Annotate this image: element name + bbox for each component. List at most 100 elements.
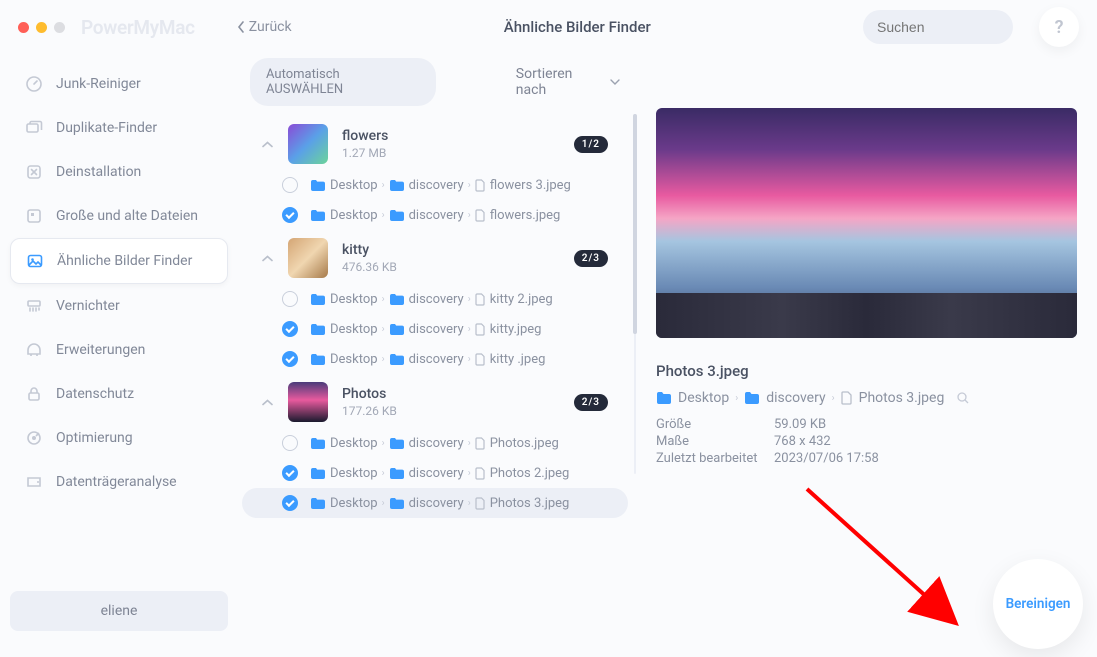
folder-icon	[310, 437, 326, 450]
sort-button[interactable]: Sortieren nach	[516, 66, 620, 98]
meta-row: Zuletzt bearbeitet 2023/07/06 17:58	[656, 450, 1077, 467]
path-segment: Desktop	[330, 208, 378, 223]
app-name: PowerMyMac	[81, 16, 195, 39]
sidebar-item-deinstallation[interactable]: Deinstallation	[10, 150, 228, 194]
path-segment: discovery	[409, 178, 464, 193]
file-row[interactable]: Desktop› discovery› flowers 3.jpeg	[242, 170, 628, 200]
images-icon	[25, 251, 45, 271]
group-header[interactable]: Photos 177.26 KB 2/3	[242, 376, 628, 428]
chevron-right-icon: ›	[382, 498, 385, 509]
folder-icon	[310, 467, 326, 480]
chevron-right-icon: ›	[382, 468, 385, 479]
chevron-right-icon: ›	[468, 180, 471, 191]
chevron-up-icon[interactable]	[262, 255, 274, 262]
path-segment: Desktop	[678, 390, 729, 406]
path-segment: discovery	[766, 390, 825, 406]
folder-icon	[744, 391, 760, 405]
meta-value: 59.09 KB	[774, 417, 826, 432]
group-count-badge: 2/3	[574, 250, 608, 267]
clean-button[interactable]: Bereinigen	[993, 559, 1083, 649]
auto-select-button[interactable]: Automatisch AUSWÄHLEN	[250, 58, 436, 106]
folder-icon	[389, 179, 405, 192]
checkbox[interactable]	[282, 495, 298, 511]
sidebar-item-grosse-dateien[interactable]: Große und alte Dateien	[10, 194, 228, 238]
file-row[interactable]: Desktop› discovery› Photos.jpeg	[242, 428, 628, 458]
sidebar-item-datenschutz[interactable]: Datenschutz	[10, 372, 228, 416]
sidebar-item-optimierung[interactable]: Optimierung	[10, 416, 228, 460]
lock-icon	[24, 384, 44, 404]
sidebar-item-vernichter[interactable]: Vernichter	[10, 284, 228, 328]
user-pill[interactable]: eliene	[10, 591, 228, 631]
folder-icon	[310, 497, 326, 510]
preview-panel: Photos 3.jpeg Desktop › discovery › Phot…	[632, 54, 1091, 657]
chevron-right-icon: ›	[382, 324, 385, 335]
meta-key: Maße	[656, 434, 766, 449]
chevron-right-icon: ›	[382, 438, 385, 449]
sidebar-item-junk-reiniger[interactable]: Junk-Reiniger	[10, 62, 228, 106]
minimize-window-button[interactable]	[36, 22, 47, 33]
chevron-right-icon: ›	[382, 210, 385, 221]
reveal-icon[interactable]	[956, 391, 970, 405]
path-segment: discovery	[409, 322, 464, 337]
checkbox[interactable]	[282, 465, 298, 481]
file-icon	[475, 497, 486, 510]
meta-key: Größe	[656, 417, 766, 432]
meta-key: Zuletzt bearbeitet	[656, 451, 766, 466]
path-segment: Desktop	[330, 436, 378, 451]
group-size: 476.36 KB	[342, 260, 560, 274]
sidebar-item-label: Junk-Reiniger	[56, 76, 141, 92]
file-row[interactable]: Desktop› discovery› Photos 2.jpeg	[242, 458, 628, 488]
file-row[interactable]: Desktop› discovery› Photos 3.jpeg	[242, 488, 628, 518]
preview-path: Desktop › discovery › Photos 3.jpeg	[656, 390, 1077, 406]
close-window-button[interactable]	[18, 22, 29, 33]
file-name: kitty 2.jpeg	[490, 292, 553, 307]
checkbox[interactable]	[282, 351, 298, 367]
help-button[interactable]: ?	[1039, 7, 1079, 47]
file-row[interactable]: Desktop› discovery› kitty.jpeg	[242, 314, 628, 344]
search-input[interactable]	[877, 19, 1058, 35]
search-box[interactable]	[863, 10, 1013, 44]
titlebar: PowerMyMac Zurück Ähnliche Bilder Finder…	[0, 0, 1097, 54]
chevron-up-icon[interactable]	[262, 399, 274, 406]
maximize-window-button[interactable]	[54, 22, 65, 33]
result-list: Automatisch AUSWÄHLEN Sortieren nach flo…	[238, 54, 632, 657]
sidebar-item-erweiterungen[interactable]: Erweiterungen	[10, 328, 228, 372]
sidebar-item-label: Datenträgeranalyse	[56, 474, 177, 490]
file-icon	[475, 179, 486, 192]
file-row[interactable]: Desktop› discovery› kitty .jpeg	[242, 344, 628, 374]
main: Automatisch AUSWÄHLEN Sortieren nach flo…	[238, 54, 1097, 657]
sidebar-item-datentraegeranalyse[interactable]: Datenträgeranalyse	[10, 460, 228, 504]
file-row[interactable]: Desktop› discovery› kitty 2.jpeg	[242, 284, 628, 314]
meta-value: 2023/07/06 17:58	[774, 451, 879, 466]
back-button[interactable]: Zurück	[237, 19, 292, 35]
group-header[interactable]: kitty 476.36 KB 2/3	[242, 232, 628, 284]
result-group: flowers 1.27 MB 1/2 Desktop› discovery› …	[242, 118, 628, 230]
group-thumbnail	[288, 238, 328, 278]
folder-icon	[656, 391, 672, 405]
file-row[interactable]: Desktop› discovery› flowers.jpeg	[242, 200, 628, 230]
chevron-right-icon: ›	[468, 438, 471, 449]
chevron-right-icon: ›	[468, 468, 471, 479]
sidebar-item-aehnliche-bilder[interactable]: Ähnliche Bilder Finder	[10, 238, 228, 284]
chevron-right-icon: ›	[468, 498, 471, 509]
file-icon	[475, 293, 486, 306]
result-group: kitty 476.36 KB 2/3 Desktop› discovery› …	[242, 232, 628, 374]
file-icon	[475, 437, 486, 450]
sidebar-item-duplikate-finder[interactable]: Duplikate-Finder	[10, 106, 228, 150]
annotation-arrow	[802, 484, 972, 644]
chevron-up-icon[interactable]	[262, 141, 274, 148]
list-toolbar: Automatisch AUSWÄHLEN Sortieren nach	[242, 54, 628, 118]
gauge-icon	[24, 74, 44, 94]
file-path: Desktop› discovery› kitty .jpeg	[310, 352, 545, 367]
app-window: PowerMyMac Zurück Ähnliche Bilder Finder…	[0, 0, 1097, 657]
folder-icon	[389, 353, 405, 366]
folder-icon	[389, 323, 405, 336]
folder-icon	[310, 353, 326, 366]
checkbox[interactable]	[282, 321, 298, 337]
checkbox[interactable]	[282, 291, 298, 307]
checkbox[interactable]	[282, 435, 298, 451]
group-header[interactable]: flowers 1.27 MB 1/2	[242, 118, 628, 170]
group-size: 177.26 KB	[342, 404, 560, 418]
checkbox[interactable]	[282, 177, 298, 193]
checkbox[interactable]	[282, 207, 298, 223]
